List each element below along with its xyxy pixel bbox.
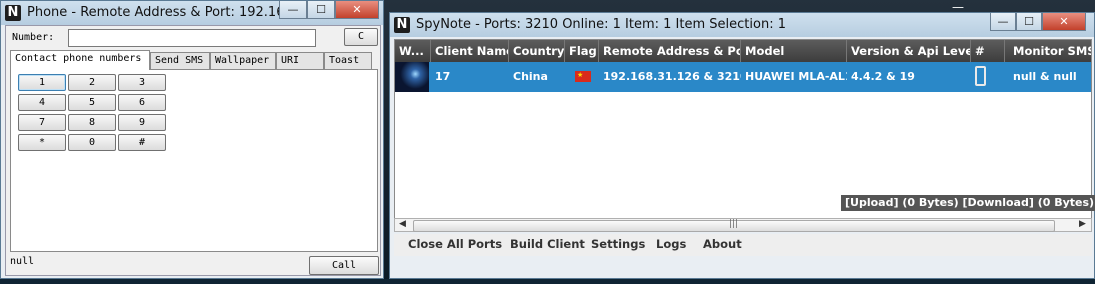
menu-logs[interactable]: Logs — [656, 237, 686, 251]
column-monitor-sms[interactable]: Monitor SMS & — [1005, 40, 1091, 62]
column-flag[interactable]: Flag — [565, 40, 599, 62]
scrollbar-thumb[interactable]: ||| — [413, 219, 1055, 232]
phone-tabs: Contact phone numbers Send SMS Wallpaper… — [10, 50, 378, 70]
tab-send-sms[interactable]: Send SMS — [150, 52, 210, 70]
status-text: null — [10, 256, 35, 267]
grip-icon: ||| — [729, 219, 739, 229]
key-4[interactable]: 4 — [18, 94, 66, 111]
cell-client-name: 17 — [435, 70, 451, 83]
bottom-menu: Close All Ports Build Client Settings Lo… — [394, 234, 1092, 256]
cell-monitor-sms: null & null — [1013, 70, 1077, 83]
app-logo-icon: N — [394, 17, 410, 33]
clear-button[interactable]: C — [344, 28, 378, 46]
maximize-button[interactable]: ☐ — [307, 1, 335, 19]
tab-toast[interactable]: Toast — [324, 52, 372, 70]
spynote-window: N SpyNote - Ports: 3210 Online: 1 Item: … — [389, 12, 1095, 279]
key-star[interactable]: * — [18, 134, 66, 151]
column-country[interactable]: Country — [509, 40, 565, 62]
column-version[interactable]: Version & Api Level — [847, 40, 971, 62]
app-logo-icon: N — [5, 5, 21, 21]
tab-wallpaper[interactable]: Wallpaper — [210, 52, 276, 70]
phone-titlebar[interactable]: N Phone - Remote Address & Port: 192.168… — [1, 1, 383, 25]
table-row[interactable]: 17 China ★ 192.168.31.126 & 3210 HUAWEI … — [395, 62, 1091, 92]
wallpaper-thumbnail — [395, 62, 429, 92]
key-2[interactable]: 2 — [68, 74, 116, 91]
column-model[interactable]: Model — [741, 40, 847, 62]
phone-device-icon — [975, 66, 986, 86]
horizontal-scrollbar[interactable]: ◀ ||| ▶ — [394, 218, 1092, 232]
column-remote-address[interactable]: Remote Address & Port — [599, 40, 741, 62]
key-1[interactable]: 1 — [18, 74, 66, 91]
phone-window: N Phone - Remote Address & Port: 192.168… — [0, 0, 384, 279]
key-6[interactable]: 6 — [118, 94, 166, 111]
spynote-titlebar[interactable]: N SpyNote - Ports: 3210 Online: 1 Item: … — [390, 13, 1094, 37]
number-input[interactable] — [68, 29, 316, 47]
cell-country: China — [513, 70, 548, 83]
scroll-left-icon[interactable]: ◀ — [399, 219, 406, 229]
tab-uri[interactable]: URI — [276, 52, 324, 70]
key-5[interactable]: 5 — [68, 94, 116, 111]
cell-version: 4.4.2 & 19 — [851, 70, 915, 83]
cell-model: HUAWEI MLA-AL10 — [745, 70, 847, 83]
column-wallpaper[interactable]: W... — [395, 40, 431, 62]
key-8[interactable]: 8 — [68, 114, 116, 131]
close-button[interactable]: ✕ — [335, 1, 379, 19]
key-hash[interactable]: # — [118, 134, 166, 151]
close-button[interactable]: ✕ — [1042, 13, 1086, 31]
scroll-right-icon[interactable]: ▶ — [1079, 219, 1086, 229]
menu-build-client[interactable]: Build Client — [510, 237, 585, 251]
maximize-button[interactable]: ☐ — [1016, 13, 1042, 31]
number-label: Number: — [12, 32, 55, 43]
column-hash[interactable]: # — [971, 40, 1005, 62]
tab-contact-phone-numbers[interactable]: Contact phone numbers — [10, 50, 150, 70]
cell-remote-address: 192.168.31.126 & 3210 — [603, 70, 741, 83]
minimize-button[interactable]: — — [990, 13, 1016, 31]
transfer-status: [Upload] (0 Bytes) [Download] (0 Bytes) — [841, 195, 1095, 211]
key-9[interactable]: 9 — [118, 114, 166, 131]
minimize-button[interactable]: — — [279, 1, 307, 19]
phone-body: Number: C Contact phone numbers Send SMS… — [5, 25, 381, 276]
china-flag-icon: ★ — [575, 71, 591, 82]
key-0[interactable]: 0 — [68, 134, 116, 151]
menu-about[interactable]: About — [703, 237, 742, 251]
phone-window-title: Phone - Remote Address & Port: 192.168..… — [27, 5, 310, 20]
menu-settings[interactable]: Settings — [591, 237, 645, 251]
column-client-name[interactable]: Client Name — [431, 40, 509, 62]
key-7[interactable]: 7 — [18, 114, 66, 131]
call-button[interactable]: Call — [309, 256, 379, 275]
dialpad-panel: 1 2 3 4 5 6 7 8 9 * 0 # — [10, 69, 378, 252]
table-header: W... Client Name Country Flag Remote Add… — [395, 40, 1091, 62]
menu-close-all-ports[interactable]: Close All Ports — [408, 237, 502, 251]
spynote-window-title: SpyNote - Ports: 3210 Online: 1 Item: 1 … — [416, 17, 786, 32]
key-3[interactable]: 3 — [118, 74, 166, 91]
